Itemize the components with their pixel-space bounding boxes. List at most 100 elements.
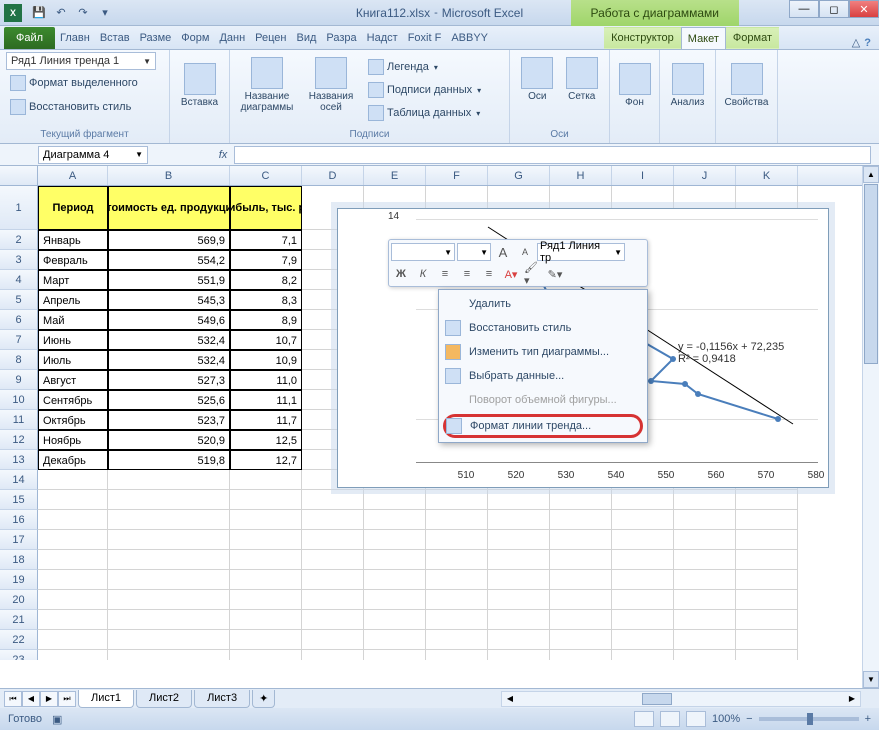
- increase-font-button[interactable]: A: [493, 243, 513, 261]
- cell-A9[interactable]: Август: [38, 370, 108, 390]
- cell-I18[interactable]: [612, 550, 674, 570]
- zoom-slider-thumb[interactable]: [807, 713, 813, 725]
- cell-A19[interactable]: [38, 570, 108, 590]
- vertical-scrollbar[interactable]: ▲ ▼: [862, 166, 879, 688]
- cell-J16[interactable]: [674, 510, 736, 530]
- cell-B18[interactable]: [108, 550, 230, 570]
- cell-B16[interactable]: [108, 510, 230, 530]
- row-header-11[interactable]: 11: [0, 410, 38, 430]
- column-header-I[interactable]: I: [612, 166, 674, 185]
- cell-F20[interactable]: [426, 590, 488, 610]
- cell-B22[interactable]: [108, 630, 230, 650]
- select-all-button[interactable]: [0, 166, 38, 185]
- cell-C4[interactable]: 8,2: [230, 270, 302, 290]
- row-header-5[interactable]: 5: [0, 290, 38, 310]
- row-header-10[interactable]: 10: [0, 390, 38, 410]
- qat-customize-button[interactable]: ▾: [96, 4, 114, 22]
- format-selection-button[interactable]: Формат выделенного: [6, 72, 142, 94]
- mini-font-selector[interactable]: ▼: [391, 243, 455, 261]
- data-table-button[interactable]: Таблица данных▾: [364, 102, 485, 124]
- cell-D15[interactable]: [302, 490, 364, 510]
- cell-D19[interactable]: [302, 570, 364, 590]
- chart-title-button[interactable]: Название диаграммы: [236, 55, 298, 125]
- cell-E22[interactable]: [364, 630, 426, 650]
- zoom-slider[interactable]: [759, 717, 859, 721]
- cell-C12[interactable]: 12,5: [230, 430, 302, 450]
- cell-A7[interactable]: Июнь: [38, 330, 108, 350]
- sheet-nav-first[interactable]: ⏮: [4, 691, 22, 707]
- ctx-delete[interactable]: Удалить: [441, 292, 645, 316]
- cell-D20[interactable]: [302, 590, 364, 610]
- cell-I23[interactable]: [612, 650, 674, 660]
- ctx-reset-style[interactable]: Восстановить стиль: [441, 316, 645, 340]
- cell-K23[interactable]: [736, 650, 798, 660]
- cell-C10[interactable]: 11,1: [230, 390, 302, 410]
- cell-G17[interactable]: [488, 530, 550, 550]
- cell-H22[interactable]: [550, 630, 612, 650]
- mini-size-selector[interactable]: ▼: [457, 243, 491, 261]
- cell-A16[interactable]: [38, 510, 108, 530]
- cell-K15[interactable]: [736, 490, 798, 510]
- cell-E15[interactable]: [364, 490, 426, 510]
- row-header-2[interactable]: 2: [0, 230, 38, 250]
- column-header-J[interactable]: J: [674, 166, 736, 185]
- minimize-button[interactable]: —: [789, 0, 819, 18]
- outline-button[interactable]: ✎▾: [545, 265, 565, 283]
- row-header-16[interactable]: 16: [0, 510, 38, 530]
- row-header-23[interactable]: 23: [0, 650, 38, 660]
- cell-C2[interactable]: 7,1: [230, 230, 302, 250]
- vscroll-thumb[interactable]: [864, 184, 878, 364]
- decrease-font-button[interactable]: A: [515, 243, 535, 261]
- column-header-D[interactable]: D: [302, 166, 364, 185]
- horizontal-scrollbar[interactable]: ◀ ▶: [501, 691, 861, 707]
- cell-E17[interactable]: [364, 530, 426, 550]
- row-header-15[interactable]: 15: [0, 490, 38, 510]
- cell-H20[interactable]: [550, 590, 612, 610]
- minimize-ribbon-button[interactable]: △: [852, 36, 860, 49]
- cell-B20[interactable]: [108, 590, 230, 610]
- align-left-button[interactable]: ≡: [435, 265, 455, 283]
- row-header-4[interactable]: 4: [0, 270, 38, 290]
- cell-E21[interactable]: [364, 610, 426, 630]
- cell-B6[interactable]: 549,6: [108, 310, 230, 330]
- row-header-17[interactable]: 17: [0, 530, 38, 550]
- cell-A2[interactable]: Январь: [38, 230, 108, 250]
- cell-A22[interactable]: [38, 630, 108, 650]
- cell-C22[interactable]: [230, 630, 302, 650]
- trendline-equation[interactable]: y = -0,1156x + 72,235 R² = 0,9418: [678, 341, 784, 365]
- cell-E19[interactable]: [364, 570, 426, 590]
- sheet-tab-Лист2[interactable]: Лист2: [136, 690, 192, 708]
- cell-A20[interactable]: [38, 590, 108, 610]
- row-header-21[interactable]: 21: [0, 610, 38, 630]
- ribbon-tab-1[interactable]: Встав: [95, 27, 135, 49]
- data-labels-button[interactable]: Подписи данных▾: [364, 79, 485, 101]
- cell-A6[interactable]: Май: [38, 310, 108, 330]
- new-sheet-button[interactable]: ✦: [252, 690, 275, 708]
- hscroll-right-button[interactable]: ▶: [844, 694, 860, 703]
- cell-A1[interactable]: Период: [38, 186, 108, 230]
- cell-H16[interactable]: [550, 510, 612, 530]
- cell-A21[interactable]: [38, 610, 108, 630]
- cell-B19[interactable]: [108, 570, 230, 590]
- cell-J18[interactable]: [674, 550, 736, 570]
- cell-C18[interactable]: [230, 550, 302, 570]
- cell-A8[interactable]: Июль: [38, 350, 108, 370]
- column-header-A[interactable]: A: [38, 166, 108, 185]
- cell-C14[interactable]: [230, 470, 302, 490]
- row-header-7[interactable]: 7: [0, 330, 38, 350]
- ribbon-tab-8[interactable]: Надст: [362, 27, 403, 49]
- context-tab-Макет[interactable]: Макет: [681, 27, 726, 49]
- cell-K19[interactable]: [736, 570, 798, 590]
- cell-E18[interactable]: [364, 550, 426, 570]
- row-header-14[interactable]: 14: [0, 470, 38, 490]
- fx-button[interactable]: fx: [212, 149, 234, 161]
- cell-J19[interactable]: [674, 570, 736, 590]
- analysis-button[interactable]: Анализ: [666, 61, 709, 131]
- name-box[interactable]: Диаграмма 4 ▼: [38, 146, 148, 164]
- row-header-1[interactable]: 1: [0, 186, 38, 230]
- background-button[interactable]: Фон: [616, 61, 653, 131]
- cell-J17[interactable]: [674, 530, 736, 550]
- align-right-button[interactable]: ≡: [479, 265, 499, 283]
- cell-I22[interactable]: [612, 630, 674, 650]
- cell-F15[interactable]: [426, 490, 488, 510]
